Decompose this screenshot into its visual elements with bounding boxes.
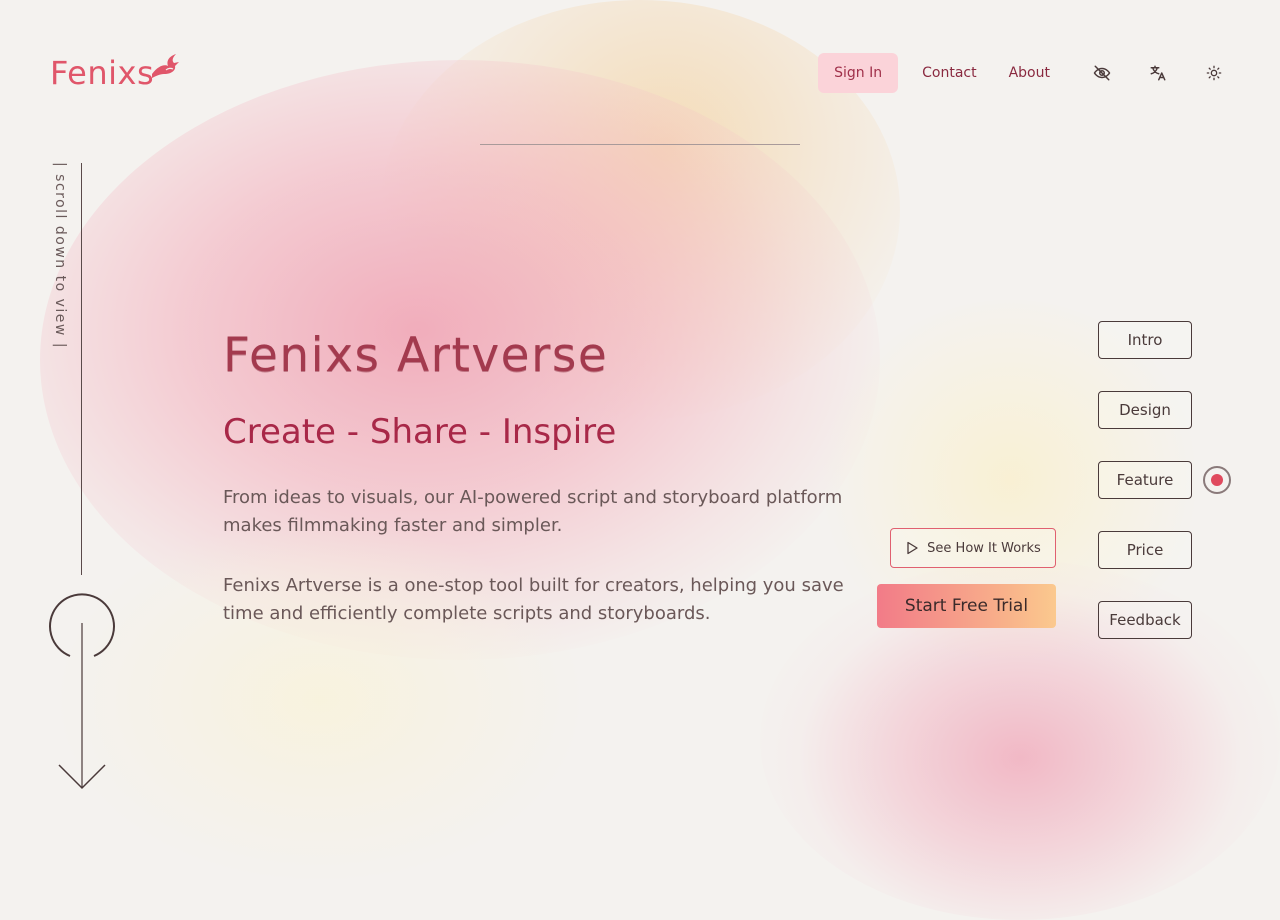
scroll-hint: | scroll down to view |: [52, 162, 68, 350]
hero-title: Fenixs Artverse: [223, 328, 609, 383]
hero-subtitle: Create - Share - Inspire: [223, 412, 617, 452]
hero-description-secondary: Fenixs Artverse is a one-stop tool built…: [223, 575, 844, 624]
hero-description: From ideas to visuals, our AI-powered sc…: [223, 487, 843, 536]
see-how-it-works-label: See How It Works: [927, 540, 1041, 556]
translate-icon[interactable]: [1148, 63, 1168, 83]
see-how-it-works-button[interactable]: See How It Works: [890, 528, 1056, 568]
sign-in-button[interactable]: Sign In: [818, 53, 899, 93]
section-nav-feedback[interactable]: Feedback: [1098, 601, 1192, 639]
section-nav-feature[interactable]: Feature: [1098, 461, 1192, 499]
scroll-line: [81, 163, 82, 575]
active-section-indicator: [1203, 466, 1231, 494]
play-icon: [907, 541, 918, 555]
section-nav-intro[interactable]: Intro: [1098, 321, 1192, 359]
section-nav-price[interactable]: Price: [1098, 531, 1192, 569]
header-divider: [480, 144, 800, 145]
sun-icon[interactable]: [1204, 63, 1224, 83]
contact-link[interactable]: Contact: [922, 65, 976, 81]
about-link[interactable]: About: [1009, 65, 1050, 81]
start-free-trial-button[interactable]: Start Free Trial: [877, 584, 1056, 628]
phoenix-logo-icon: [152, 54, 180, 78]
brand-logo[interactable]: Fenixs: [50, 54, 180, 92]
top-nav: Sign In Contact About: [818, 53, 1224, 93]
section-nav-design[interactable]: Design: [1098, 391, 1192, 429]
section-nav: Intro Design Feature Price Feedback: [1098, 321, 1192, 671]
scroll-down-arrow-icon[interactable]: [48, 588, 116, 792]
brand-name: Fenixs: [50, 54, 155, 92]
eye-off-icon[interactable]: [1092, 63, 1112, 83]
